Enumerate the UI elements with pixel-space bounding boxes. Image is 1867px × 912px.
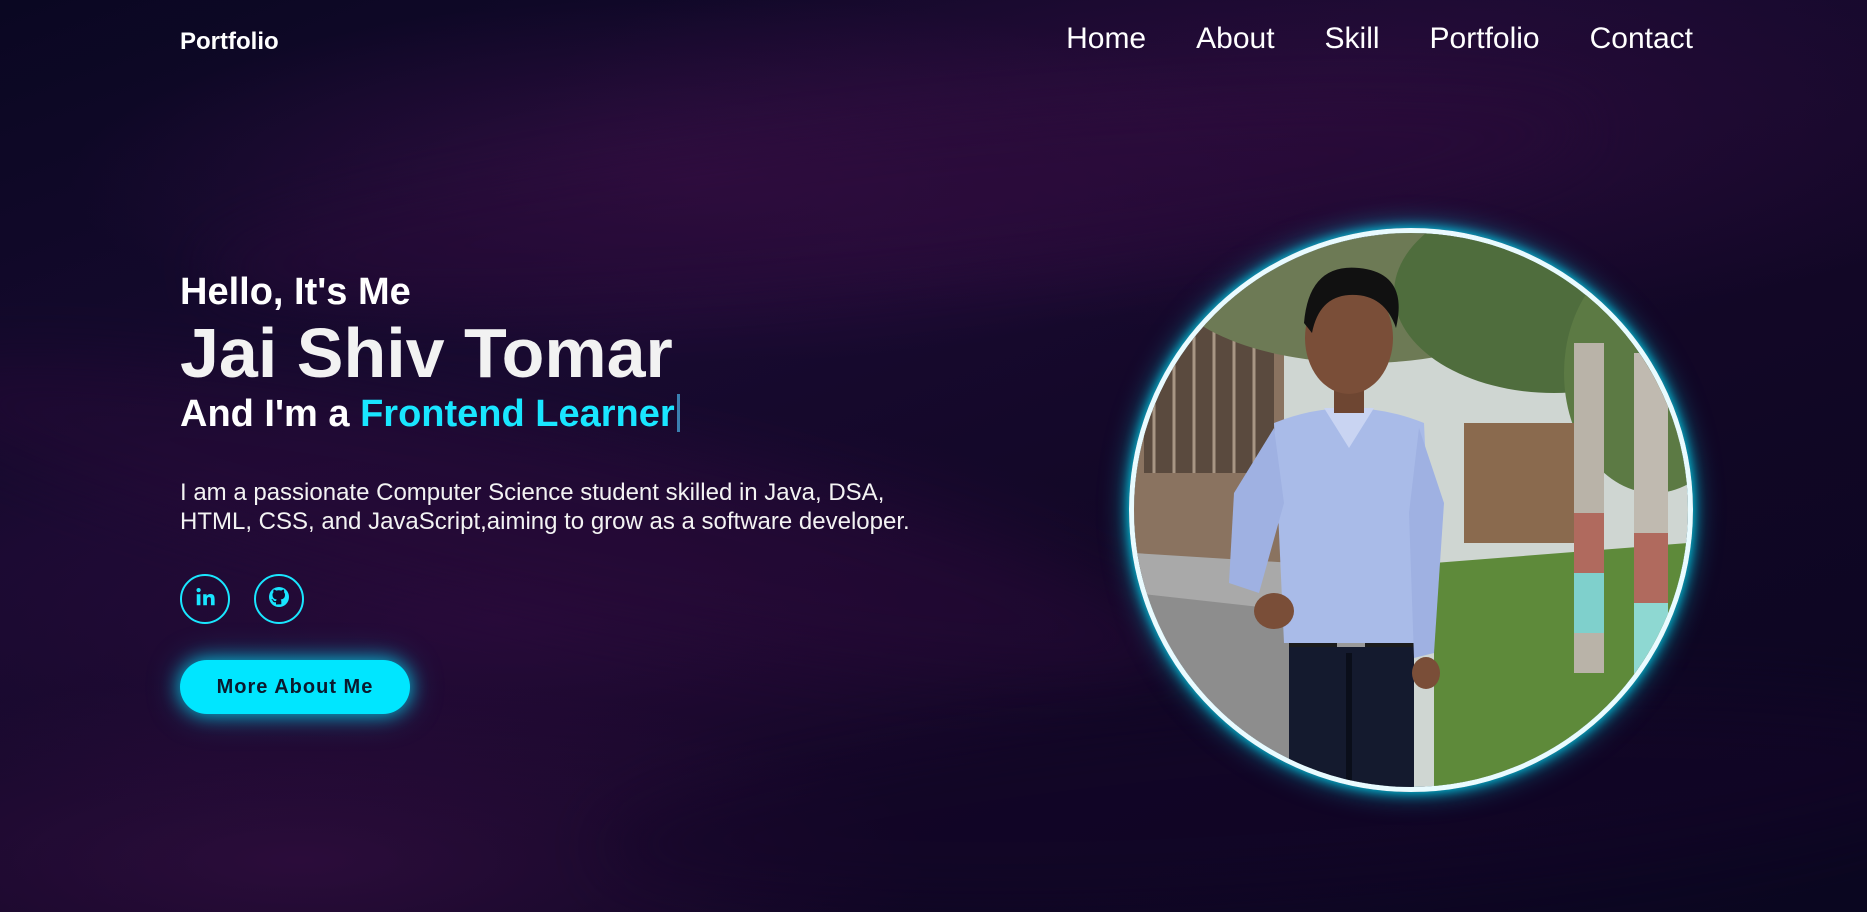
nav-skill[interactable]: Skill bbox=[1325, 22, 1380, 56]
profile-photo bbox=[1129, 228, 1693, 792]
social-links bbox=[180, 574, 960, 624]
nav-home[interactable]: Home bbox=[1066, 22, 1146, 56]
more-about-me-button[interactable]: More About Me bbox=[180, 660, 410, 714]
nav-about[interactable]: About bbox=[1196, 22, 1274, 56]
role-highlight: Frontend Learner bbox=[360, 393, 675, 435]
nav-portfolio[interactable]: Portfolio bbox=[1430, 22, 1540, 56]
profile-photo-illustration bbox=[1134, 233, 1688, 787]
github-icon bbox=[267, 585, 291, 614]
linkedin-icon bbox=[194, 586, 216, 613]
nav-menu: Home About Skill Portfolio Contact bbox=[1066, 22, 1693, 56]
hero-text: Hello, It's Me Jai Shiv Tomar And I'm a … bbox=[180, 268, 960, 714]
logo[interactable]: Portfolio bbox=[180, 28, 279, 56]
hero-name: Jai Shiv Tomar bbox=[180, 314, 673, 392]
page: Portfolio Home About Skill Portfolio Con… bbox=[0, 0, 1867, 912]
typing-cursor bbox=[676, 394, 680, 432]
role-line: And I'm a Frontend Learner bbox=[180, 390, 960, 438]
github-button[interactable] bbox=[254, 574, 304, 624]
bio-text: I am a passionate Computer Science stude… bbox=[180, 479, 910, 535]
greeting: Hello, It's Me bbox=[180, 271, 411, 313]
nav-contact[interactable]: Contact bbox=[1590, 22, 1693, 56]
linkedin-button[interactable] bbox=[180, 574, 230, 624]
navbar: Portfolio Home About Skill Portfolio Con… bbox=[0, 0, 1867, 82]
role-prefix: And I'm a bbox=[180, 393, 350, 435]
